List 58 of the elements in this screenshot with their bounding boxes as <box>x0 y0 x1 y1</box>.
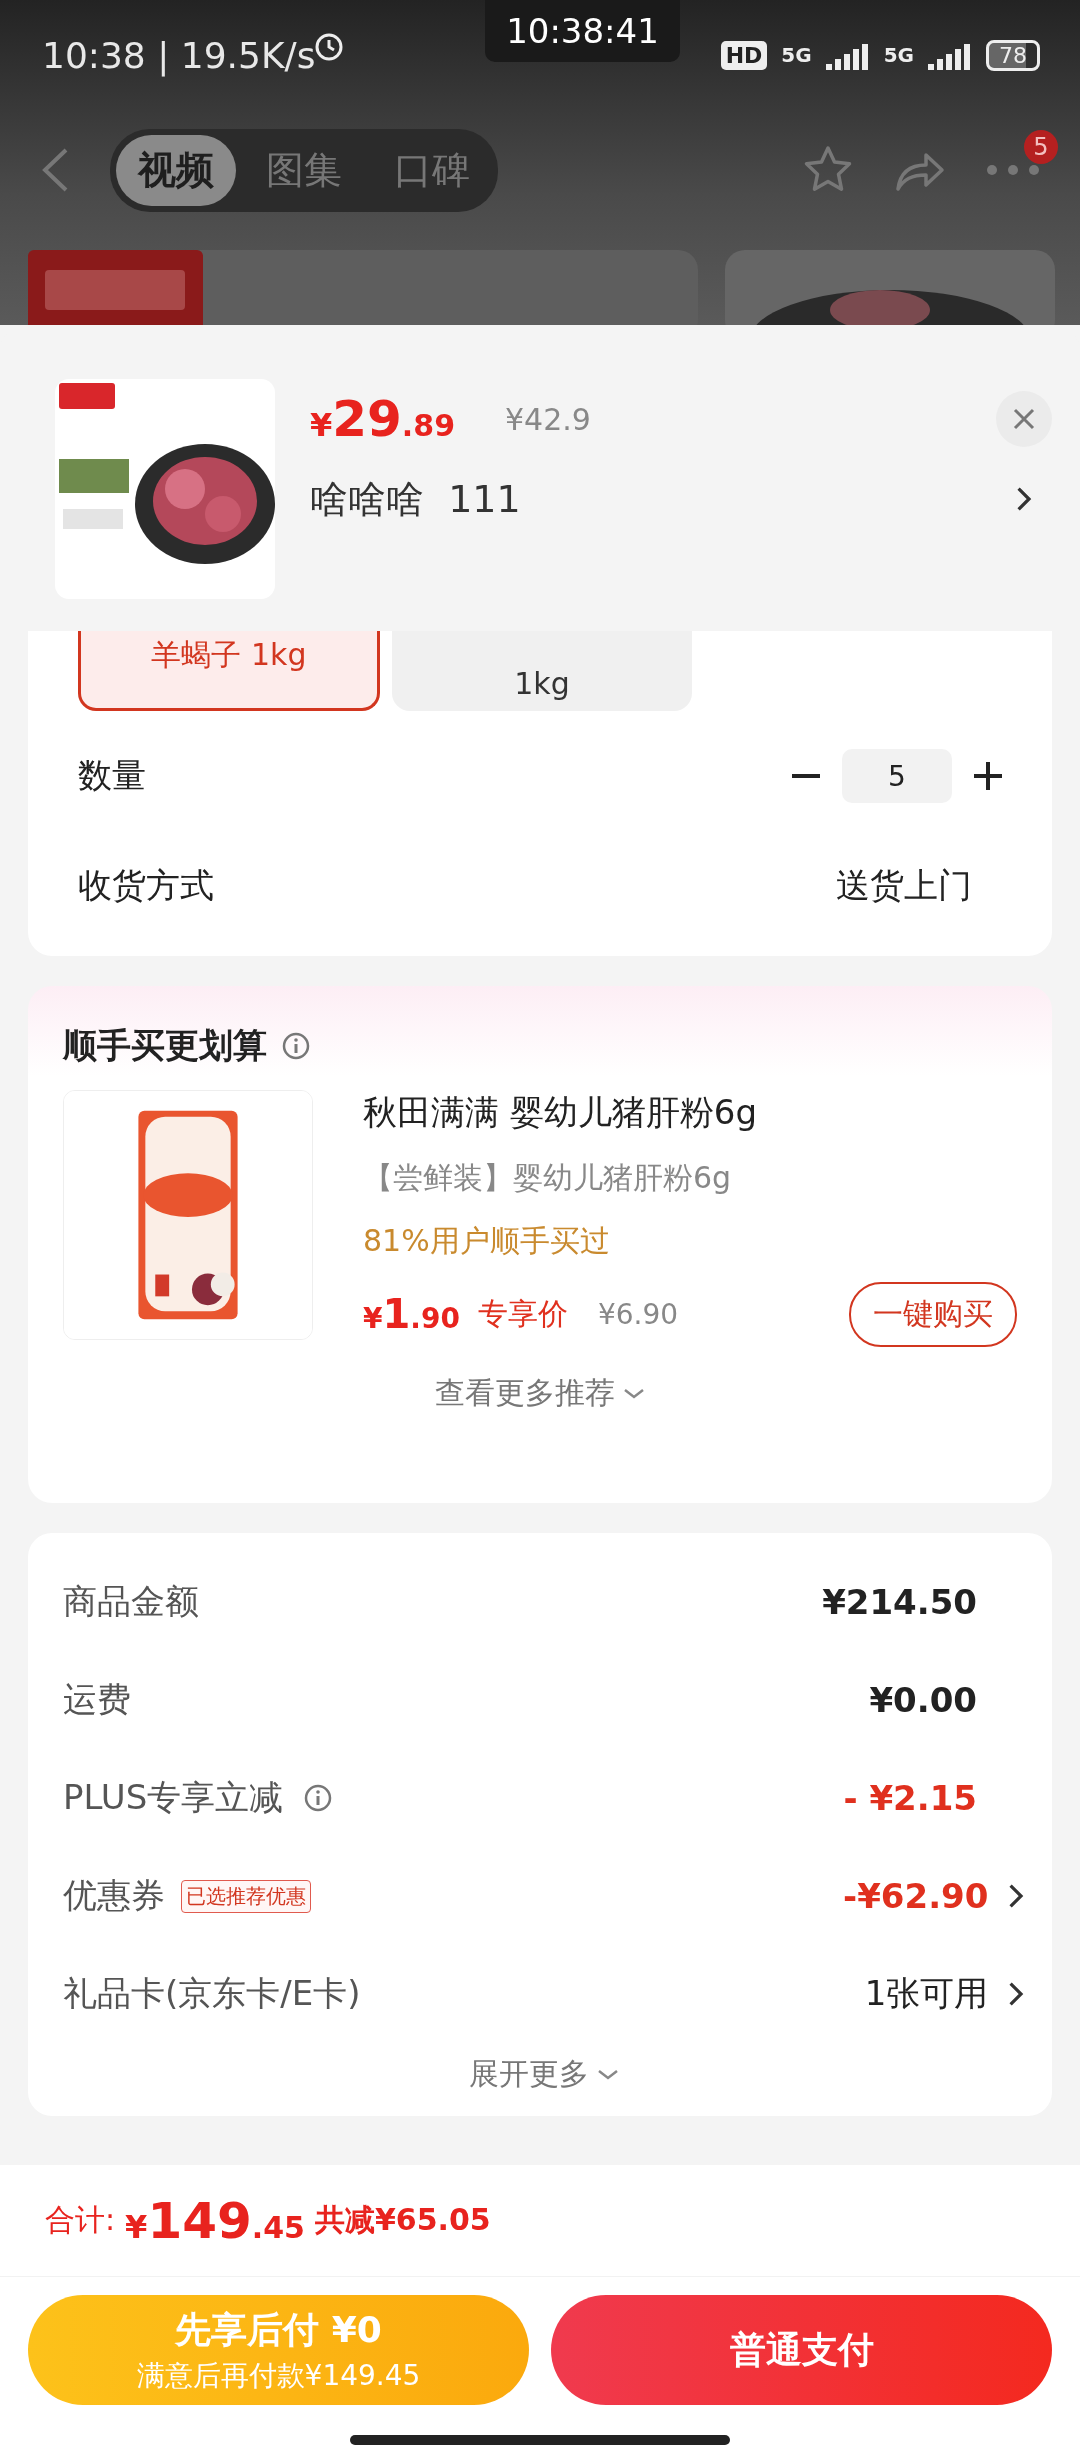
hd-indicator: HD <box>720 40 768 70</box>
tab[interactable]: 视频 <box>116 134 236 206</box>
purchase-stat: 81%用户顺手买过 <box>363 1222 611 1260</box>
info-icon <box>303 1783 334 1813</box>
summary-value: ¥214.50 <box>822 1582 977 1622</box>
price-tag: 专享价 <box>477 1293 568 1335</box>
recommend-title: 顺手买更划算 <box>63 1024 267 1067</box>
chevron-down-icon <box>623 1387 645 1400</box>
summary-label: 礼品卡(京东卡/E卡) <box>63 1972 361 2015</box>
quantity-label: 数量 <box>78 754 146 797</box>
tab[interactable]: 图集 <box>244 134 364 206</box>
increase-button[interactable] <box>974 762 1002 790</box>
network-label: 5G <box>781 43 812 67</box>
notification-badge: 5 <box>1024 130 1058 164</box>
summary-label: 运费 <box>63 1678 131 1721</box>
network-label: 5G <box>883 43 914 67</box>
more-icon[interactable] <box>986 164 1040 176</box>
summary-label: 优惠券 <box>63 1874 165 1917</box>
selection-row[interactable]: 啥啥啥 111 <box>310 459 1052 539</box>
more-recommendations-link[interactable]: 查看更多推荐 <box>429 1372 651 1415</box>
chevron-down-icon <box>596 2068 619 2081</box>
summary-value: - ¥2.15 <box>843 1778 977 1818</box>
status-time: 10:38 | 19.5K/s <box>42 34 316 76</box>
delivery-label: 收货方式 <box>78 864 214 907</box>
spec-option[interactable]: 1kg <box>392 631 692 711</box>
summary-label: PLUS专享立减 <box>63 1776 284 1819</box>
summary-value: -¥62.90 <box>843 1876 989 1916</box>
selected-spec: 啥啥啥 111 <box>310 475 521 523</box>
summary-value: 1张可用 <box>864 1972 989 2015</box>
original-price: ¥6.90 <box>597 1297 679 1331</box>
floating-clock: 10:38:41 <box>485 0 680 62</box>
back-icon[interactable] <box>40 147 70 193</box>
coupon-tag: 已选推荐优惠 <box>181 1879 311 1913</box>
delivery-method: 送货上门 <box>836 864 972 907</box>
sale-price: ¥29.89 <box>310 390 455 448</box>
minus-icon <box>792 774 820 778</box>
total-price: ¥149.45 <box>125 2191 305 2250</box>
spec-option[interactable]: 羊蝎子 1kg <box>78 631 380 711</box>
expand-more-link[interactable]: 展开更多 <box>462 2053 625 2096</box>
close-icon <box>1012 407 1036 431</box>
buy-now-button[interactable]: 一键购买 <box>849 1281 1017 1347</box>
product-subtitle: 【尝鲜装】婴幼儿猪肝粉6g <box>363 1159 733 1197</box>
chevron-right-icon <box>1008 1981 1024 2007</box>
product-name: 秋田满满 婴幼儿猪肝粉6g <box>363 1091 759 1134</box>
quantity-field[interactable]: 5 <box>842 749 952 803</box>
total-savings: 共减¥65.05 <box>314 2201 491 2239</box>
chevron-right-icon <box>1016 486 1032 512</box>
tab[interactable]: 口碑 <box>372 134 492 206</box>
info-icon <box>281 1031 311 1061</box>
summary-label: 商品金额 <box>63 1580 199 1623</box>
battery-indicator: 78 <box>986 39 1040 71</box>
plus-icon <box>974 762 1002 790</box>
summary-value: ¥0.00 <box>869 1680 977 1720</box>
special-price: ¥1.90 <box>363 1291 460 1337</box>
chevron-right-icon <box>1008 1883 1024 1909</box>
pay-button[interactable]: 普通支付 <box>551 2295 1052 2405</box>
original-price: ¥42.9 <box>505 401 591 437</box>
total-label: 合计: <box>45 2201 116 2239</box>
